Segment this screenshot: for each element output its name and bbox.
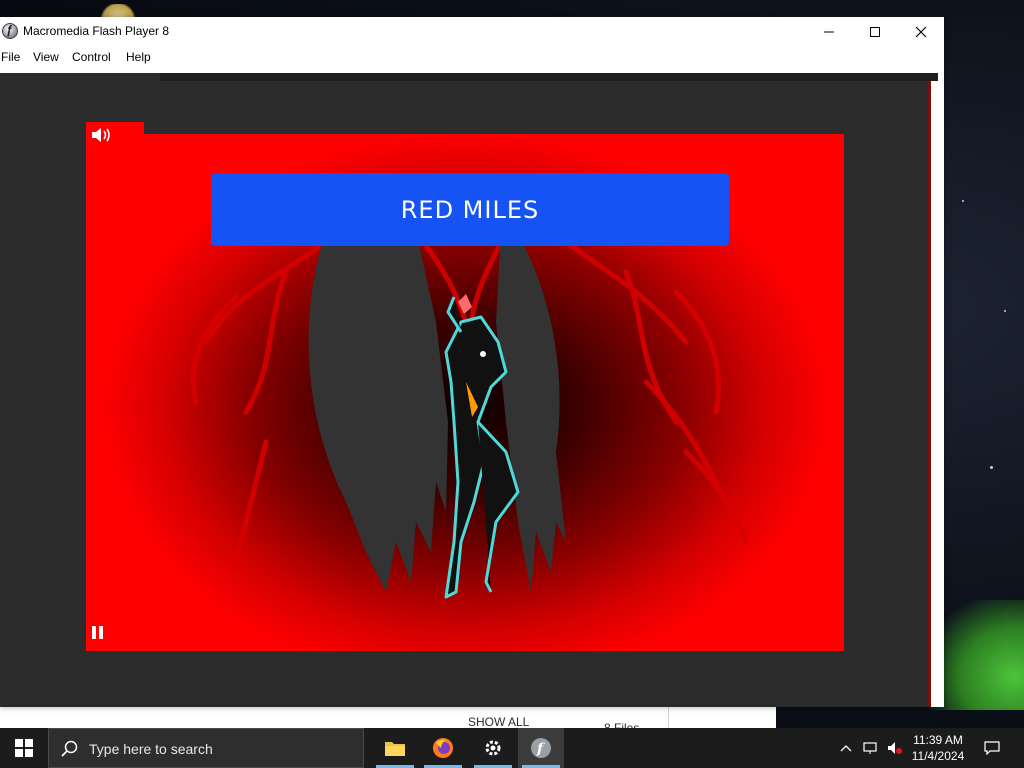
star: [990, 466, 993, 469]
window-title: Macromedia Flash Player 8: [23, 24, 170, 38]
start-button[interactable]: [0, 728, 48, 768]
close-icon: [915, 26, 927, 37]
network-tray[interactable]: [860, 728, 882, 768]
flash-movie[interactable]: RED MILES: [86, 122, 844, 651]
flash-player-icon: f: [531, 738, 551, 758]
taskbar-search-box[interactable]: Type here to search: [48, 728, 364, 768]
speaker-icon[interactable]: [90, 126, 114, 144]
minimize-button[interactable]: [806, 17, 852, 46]
taskbar: Type here to search f 11:39 AM 11/4/2024: [0, 728, 1024, 768]
notification-icon: [984, 741, 1000, 755]
file-explorer-icon: [385, 742, 405, 756]
show-hidden-icons[interactable]: [836, 728, 856, 768]
pause-icon[interactable]: [90, 624, 106, 640]
maximize-button[interactable]: [852, 17, 898, 46]
title-bar[interactable]: ƒ Macromedia Flash Player 8: [0, 17, 944, 46]
menu-bar: File View Control Help: [0, 46, 160, 68]
volume-tray[interactable]: [884, 728, 906, 768]
network-icon: [863, 742, 877, 754]
clock-date: 11/4/2024: [911, 749, 965, 763]
show-all-link[interactable]: SHOW ALL: [468, 715, 529, 729]
menu-control[interactable]: Control: [72, 50, 111, 64]
chevron-up-icon: [840, 745, 852, 752]
search-placeholder: Type here to search: [89, 741, 213, 757]
taskbar-settings[interactable]: [470, 728, 516, 768]
firefox-icon: [433, 738, 453, 758]
taskbar-firefox[interactable]: [420, 728, 466, 768]
search-icon: [61, 740, 78, 757]
menu-file[interactable]: File: [1, 50, 20, 64]
taskbar-flash-player[interactable]: f: [518, 728, 564, 768]
background-window[interactable]: ected SHOW ALL 8 Files: [0, 706, 776, 745]
close-button[interactable]: [898, 17, 944, 46]
stage-border: [160, 73, 938, 81]
star: [1004, 310, 1006, 312]
menu-view[interactable]: View: [33, 50, 59, 64]
volume-muted-icon: [888, 742, 902, 754]
notifications-button[interactable]: [980, 728, 1004, 768]
taskbar-file-explorer[interactable]: [372, 728, 418, 768]
stage-notch: [144, 122, 844, 134]
settings-icon: [485, 740, 501, 756]
window-right-edge: [928, 81, 944, 707]
minimize-icon: [824, 31, 834, 32]
menu-help[interactable]: Help: [126, 50, 151, 64]
clock-time: 11:39 AM: [913, 733, 963, 747]
movie-title: RED MILES: [400, 195, 540, 224]
maximize-icon: [870, 26, 880, 37]
title-banner: RED MILES: [211, 173, 729, 246]
windows-icon: [15, 739, 33, 757]
star: [962, 200, 964, 202]
flash-player-app-icon: ƒ: [2, 23, 18, 39]
desktop-hill: [930, 600, 1024, 710]
clock[interactable]: 11:39 AM 11/4/2024: [904, 732, 972, 764]
